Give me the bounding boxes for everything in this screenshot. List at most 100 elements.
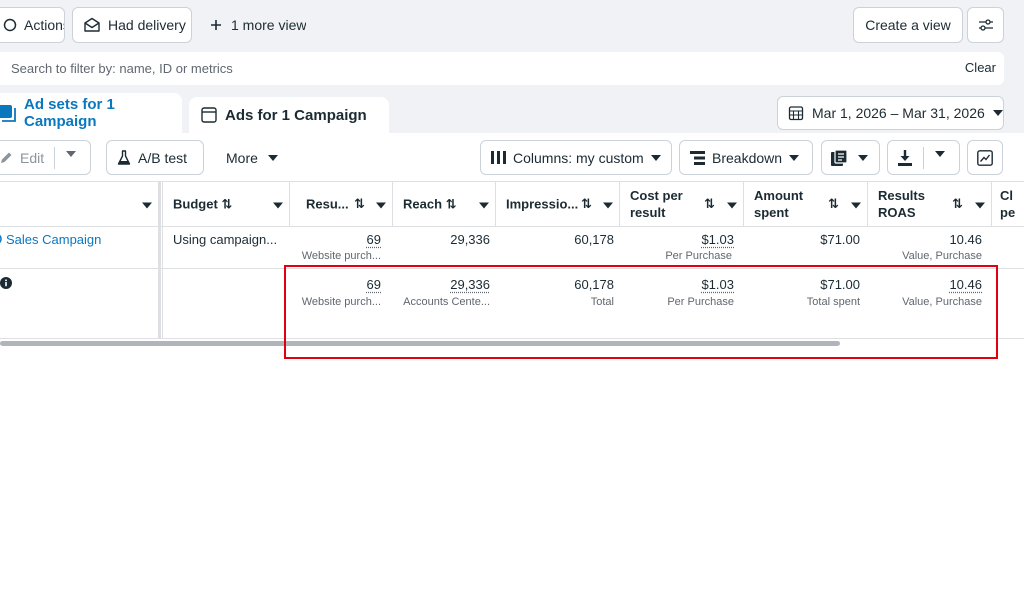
export-button[interactable] xyxy=(887,140,960,175)
ab-test-button[interactable]: A/B test xyxy=(106,140,204,175)
campaign-status-icon xyxy=(0,232,4,249)
create-view-label: Create a view xyxy=(865,17,951,33)
charts-button[interactable] xyxy=(967,140,1003,175)
row-roas-sub: Value, Purchase xyxy=(902,250,982,262)
clear-search-button[interactable]: Clear xyxy=(965,60,996,75)
ad-window-icon xyxy=(201,107,217,123)
sort-icon[interactable]: ⇅ xyxy=(354,196,365,212)
header-next-column[interactable]: Cl pe xyxy=(992,181,1024,227)
cost-per-result-line2: result xyxy=(630,205,666,220)
sort-icon[interactable]: ⇅ xyxy=(828,196,839,212)
had-delivery-label: Had delivery xyxy=(108,17,186,33)
search-input[interactable] xyxy=(0,52,900,85)
chevron-down-icon[interactable] xyxy=(603,197,613,212)
download-icon xyxy=(898,149,912,166)
chevron-down-icon[interactable] xyxy=(851,197,861,212)
chevron-down-icon[interactable] xyxy=(273,197,283,212)
header-amount-spent[interactable]: Amount spent ⇅ xyxy=(744,181,868,227)
info-icon[interactable] xyxy=(0,277,12,292)
header-results-label: Resu... xyxy=(306,196,349,212)
header-results-roas[interactable]: Results ROAS ⇅ xyxy=(868,181,992,227)
tab-ads[interactable]: Ads for 1 Campaign xyxy=(189,97,389,133)
chevron-down-icon xyxy=(650,154,661,161)
row-results-sub: Website purch... xyxy=(301,250,381,262)
total-reach-sub: Accounts Cente... xyxy=(403,296,490,308)
sliders-icon xyxy=(978,18,994,32)
reports-button[interactable] xyxy=(821,140,880,175)
calendar-icon xyxy=(788,105,804,121)
breakdown-button[interactable]: Breakdown xyxy=(679,140,813,175)
sort-icon[interactable]: ⇅ xyxy=(952,196,963,212)
create-view-button[interactable]: Create a view xyxy=(853,7,963,43)
chevron-down-icon xyxy=(992,110,1003,116)
column-divider xyxy=(162,227,163,339)
row-cost-per-result[interactable]: $1.03 xyxy=(701,232,734,247)
row-amount-spent: $71.00 xyxy=(820,232,860,247)
actions-filter-chip[interactable]: Actions xyxy=(0,7,65,43)
edit-divider xyxy=(54,147,55,169)
header-budget[interactable]: Budget ⇅ xyxy=(163,181,290,227)
chevron-down-icon[interactable] xyxy=(975,197,985,212)
chevron-down-icon[interactable] xyxy=(142,197,152,212)
more-view-button[interactable]: 1 more view xyxy=(200,8,306,42)
header-results[interactable]: Resu... ⇅ xyxy=(290,181,393,227)
row-budget: Using campaign... xyxy=(173,232,278,247)
had-delivery-filter-chip[interactable]: Had delivery xyxy=(72,7,192,43)
amount-spent-line2: spent xyxy=(754,205,789,220)
cost-per-result-line1: Cost per xyxy=(630,188,683,203)
total-results[interactable]: 69 xyxy=(367,277,381,292)
header-reach-label: Reach ⇅ xyxy=(403,196,457,213)
tab-ad-sets-label: Ad sets for 1 Campaign xyxy=(24,96,115,130)
circle-icon xyxy=(3,18,17,32)
header-impressions-label: Impressio... xyxy=(506,196,579,212)
date-range-picker[interactable]: Mar 1, 2026 – Mar 31, 2026 xyxy=(777,96,1004,130)
row-impressions: 60,178 xyxy=(574,232,614,247)
breakdown-icon xyxy=(690,150,705,165)
chevron-down-icon[interactable] xyxy=(376,197,386,212)
tab-ad-sets[interactable]: Ad sets for 1 Campaign xyxy=(0,93,182,133)
more-view-label: 1 more view xyxy=(231,17,307,33)
header-cost-per-result[interactable]: Cost per result ⇅ xyxy=(620,181,744,227)
search-bar: Clear xyxy=(0,52,1004,85)
frozen-column-divider xyxy=(158,181,161,339)
budget-text: Budget xyxy=(173,196,218,212)
total-roas[interactable]: 10.46 xyxy=(949,277,982,292)
chevron-down-icon xyxy=(267,154,278,161)
sort-icon[interactable]: ⇅ xyxy=(704,196,715,212)
row-border xyxy=(0,268,1024,269)
row-results[interactable]: 69 xyxy=(367,232,381,247)
sort-icon[interactable]: ⇅ xyxy=(581,196,592,212)
header-impressions[interactable]: Impressio... ⇅ xyxy=(496,181,620,227)
ab-test-label: A/B test xyxy=(138,149,188,166)
tab-ads-label: Ads for 1 Campaign xyxy=(225,106,367,124)
total-cost-per-result[interactable]: $1.03 xyxy=(701,277,734,292)
reach-text: Reach xyxy=(403,196,443,212)
roas-line2: ROAS xyxy=(878,205,916,220)
more-button[interactable]: More xyxy=(214,140,286,175)
plus-icon xyxy=(210,19,222,31)
total-results-sub: Website purch... xyxy=(301,296,381,308)
view-settings-button[interactable] xyxy=(967,7,1004,43)
chevron-down-icon xyxy=(789,154,800,161)
total-reach[interactable]: 29,336 xyxy=(450,277,490,292)
next-line2: pe xyxy=(1000,205,1016,220)
date-range-label: Mar 1, 2026 – Mar 31, 2026 xyxy=(812,105,985,121)
edit-button[interactable]: Edit xyxy=(0,140,91,175)
total-cost-per-result-sub: Per Purchase xyxy=(667,296,734,308)
chevron-down-icon[interactable] xyxy=(66,151,76,157)
sort-icon[interactable]: ⇅ xyxy=(446,197,457,212)
columns-button[interactable]: Columns: my custom xyxy=(480,140,672,175)
more-label: More xyxy=(226,149,258,166)
edit-label: Edit xyxy=(20,149,45,166)
export-divider xyxy=(923,147,924,169)
total-impressions: 60,178 xyxy=(574,277,614,292)
campaign-name-link[interactable]: Sales Campaign xyxy=(6,232,101,247)
row-roas: 10.46 xyxy=(949,232,982,247)
chevron-down-icon[interactable] xyxy=(935,151,945,157)
chevron-down-icon[interactable] xyxy=(727,197,737,212)
header-reach[interactable]: Reach ⇅ xyxy=(393,181,496,227)
chevron-down-icon[interactable] xyxy=(479,197,489,212)
sort-icon[interactable]: ⇅ xyxy=(221,197,232,212)
header-name[interactable] xyxy=(0,181,163,227)
scrollbar-thumb[interactable] xyxy=(0,341,840,346)
